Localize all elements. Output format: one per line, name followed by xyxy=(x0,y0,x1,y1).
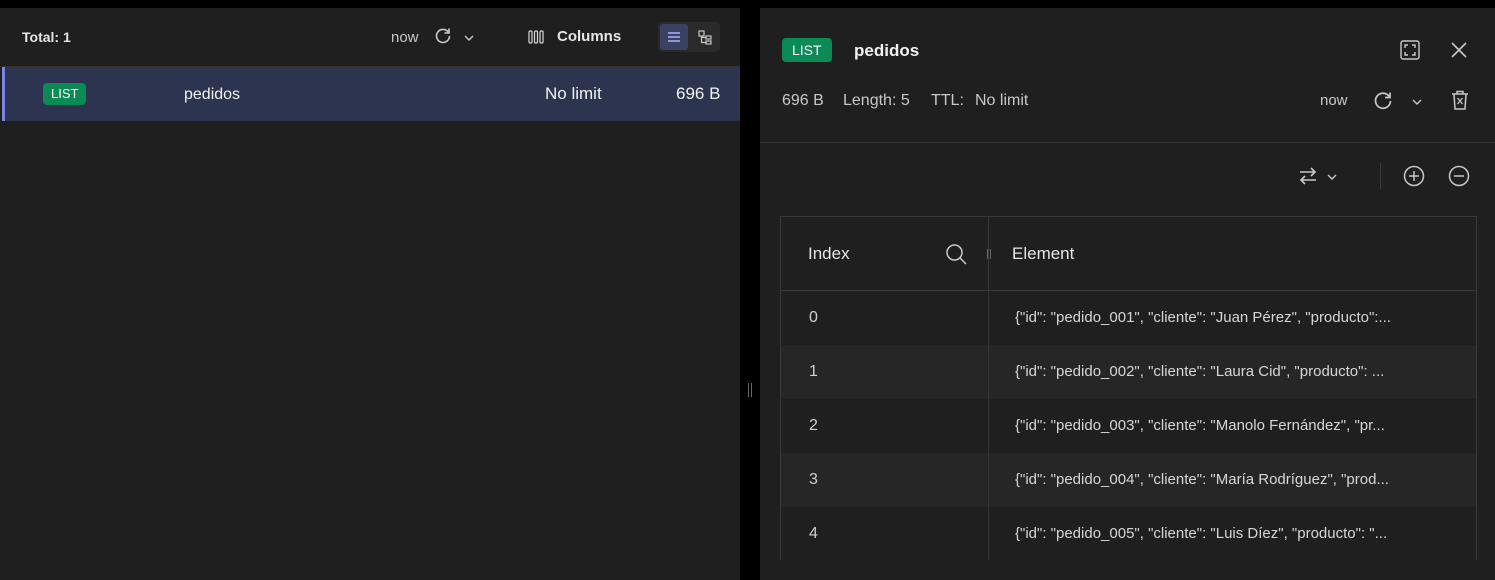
list-elements-table: Index Element 0 {"id": "pedido_001", "cl… xyxy=(780,216,1477,560)
row-element[interactable]: {"id": "pedido_004", "cliente": "María R… xyxy=(1015,471,1435,488)
key-list-panel: Total: 1 now Columns LIST pedidos No lim… xyxy=(0,8,740,580)
panel-resize-handle[interactable] xyxy=(747,382,753,398)
add-icon[interactable] xyxy=(1403,165,1425,187)
remove-icon[interactable] xyxy=(1448,165,1470,187)
last-refresh-time: now xyxy=(1320,92,1348,109)
row-element[interactable]: {"id": "pedido_005", "cliente": "Luis Dí… xyxy=(1015,525,1435,542)
refresh-icon[interactable] xyxy=(1372,90,1394,112)
fullscreen-icon[interactable] xyxy=(1400,40,1420,60)
delete-icon[interactable] xyxy=(1450,89,1470,111)
cell-divider xyxy=(988,291,989,345)
row-element[interactable]: {"id": "pedido_003", "cliente": "Manolo … xyxy=(1015,417,1435,434)
chevron-down-icon[interactable] xyxy=(1326,171,1338,183)
key-length: Length: 5 xyxy=(843,92,910,109)
cell-divider xyxy=(988,345,989,399)
columns-icon[interactable] xyxy=(528,29,544,45)
key-title[interactable]: pedidos xyxy=(854,41,919,61)
columns-button[interactable]: Columns xyxy=(557,28,621,45)
total-count: Total: 1 xyxy=(22,29,71,45)
table-row[interactable]: 0 {"id": "pedido_001", "cliente": "Juan … xyxy=(781,291,1476,345)
tree-view-icon xyxy=(698,30,712,45)
tree-view-button[interactable] xyxy=(691,24,719,50)
table-row[interactable]: 3 {"id": "pedido_004", "cliente": "María… xyxy=(781,453,1476,507)
ttl-label: TTL: xyxy=(931,92,964,109)
column-header-index: Index xyxy=(808,244,850,263)
row-element[interactable]: {"id": "pedido_001", "cliente": "Juan Pé… xyxy=(1015,309,1435,326)
table-row[interactable]: 1 {"id": "pedido_002", "cliente": "Laura… xyxy=(781,345,1476,399)
row-element[interactable]: {"id": "pedido_002", "cliente": "Laura C… xyxy=(1015,363,1435,380)
key-size: 696 B xyxy=(782,92,824,109)
table-row[interactable]: 4 {"id": "pedido_005", "cliente": "Luis … xyxy=(781,507,1476,560)
row-index: 1 xyxy=(809,363,818,380)
key-list-row[interactable]: LIST pedidos No limit 696 B xyxy=(2,67,740,121)
cell-divider xyxy=(988,507,989,560)
key-details-panel: LIST pedidos 696 B Length: 5 TTL: No lim… xyxy=(760,8,1495,580)
row-index: 3 xyxy=(809,471,818,488)
refresh-icon[interactable] xyxy=(433,26,453,46)
key-list-toolbar: Total: 1 now Columns xyxy=(0,8,740,67)
row-index: 2 xyxy=(809,417,818,434)
ttl-value[interactable]: No limit xyxy=(975,92,1028,110)
key-size: 696 B xyxy=(676,84,721,103)
key-details-header: LIST pedidos 696 B Length: 5 TTL: No lim… xyxy=(760,8,1495,143)
column-resize-handle[interactable] xyxy=(986,248,992,260)
list-view-icon xyxy=(668,32,680,42)
key-ttl: No limit xyxy=(545,84,602,103)
cell-divider xyxy=(988,453,989,507)
table-row[interactable]: 2 {"id": "pedido_003", "cliente": "Manol… xyxy=(781,399,1476,453)
row-index: 4 xyxy=(809,525,818,542)
swap-format-icon[interactable] xyxy=(1297,165,1319,187)
table-body: 0 {"id": "pedido_001", "cliente": "Juan … xyxy=(781,291,1476,560)
key-type-badge: LIST xyxy=(782,38,832,62)
cell-divider xyxy=(988,399,989,453)
key-type-badge: LIST xyxy=(43,83,87,105)
toolbar-divider xyxy=(1380,163,1381,189)
list-view-button[interactable] xyxy=(660,24,688,50)
key-name: pedidos xyxy=(184,86,241,103)
column-header-element: Element xyxy=(1012,244,1075,263)
row-index: 0 xyxy=(809,309,818,326)
last-refresh-time: now xyxy=(391,29,419,46)
close-icon[interactable] xyxy=(1449,40,1469,60)
table-header: Index Element xyxy=(781,217,1476,291)
search-icon[interactable] xyxy=(945,243,967,265)
view-toggle xyxy=(658,22,720,52)
chevron-down-icon[interactable] xyxy=(1411,96,1423,108)
chevron-down-icon[interactable] xyxy=(463,32,475,44)
